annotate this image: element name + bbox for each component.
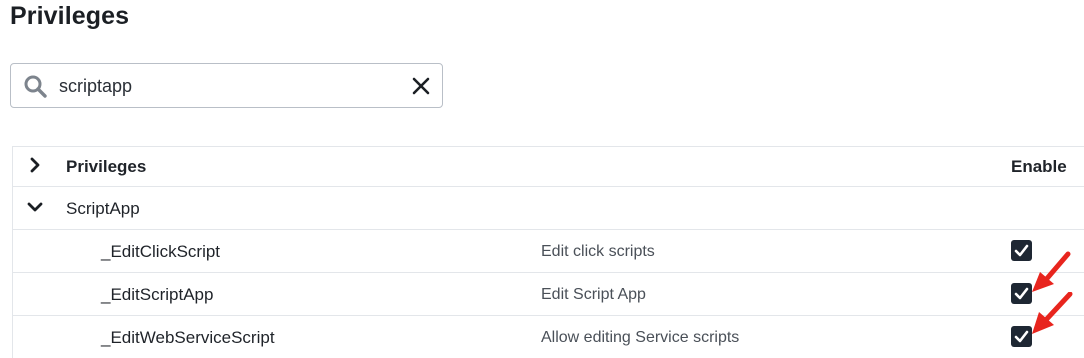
chevron-down-icon[interactable] [27, 199, 43, 215]
tree-group-row[interactable]: ScriptApp [12, 186, 1084, 229]
privileges-tree: Privileges Enable ScriptApp _EditClickSc… [12, 146, 1084, 358]
column-header-privileges[interactable]: Privileges [66, 157, 146, 177]
privilege-description: Edit click scripts [541, 243, 655, 260]
search-icon [24, 75, 47, 98]
checkmark-icon [1014, 287, 1029, 300]
enable-checkbox[interactable] [1011, 326, 1032, 347]
group-name-label: ScriptApp [66, 199, 140, 218]
table-row: _EditScriptApp Edit Script App [12, 272, 1084, 315]
table-row: _EditWebServiceScript Allow editing Serv… [12, 315, 1084, 358]
privilege-description: Edit Script App [541, 286, 646, 303]
search-box[interactable] [10, 63, 443, 108]
table-row: _EditClickScript Edit click scripts [12, 229, 1084, 272]
privilege-name: _EditWebServiceScript [101, 328, 275, 347]
tree-header-row: Privileges Enable [12, 146, 1084, 186]
chevron-right-icon[interactable] [27, 157, 43, 173]
page-title: Privileges [10, 2, 130, 30]
close-icon[interactable] [411, 76, 431, 96]
privilege-name: _EditClickScript [101, 242, 221, 261]
privilege-description: Allow editing Service scripts [541, 329, 740, 346]
checkmark-icon [1014, 244, 1029, 257]
enable-checkbox[interactable] [1011, 240, 1032, 261]
enable-checkbox[interactable] [1011, 283, 1032, 304]
privilege-name: _EditScriptApp [101, 285, 214, 304]
search-input[interactable] [59, 72, 389, 100]
checkmark-icon [1014, 330, 1029, 343]
column-header-enable[interactable]: Enable [1011, 157, 1067, 177]
